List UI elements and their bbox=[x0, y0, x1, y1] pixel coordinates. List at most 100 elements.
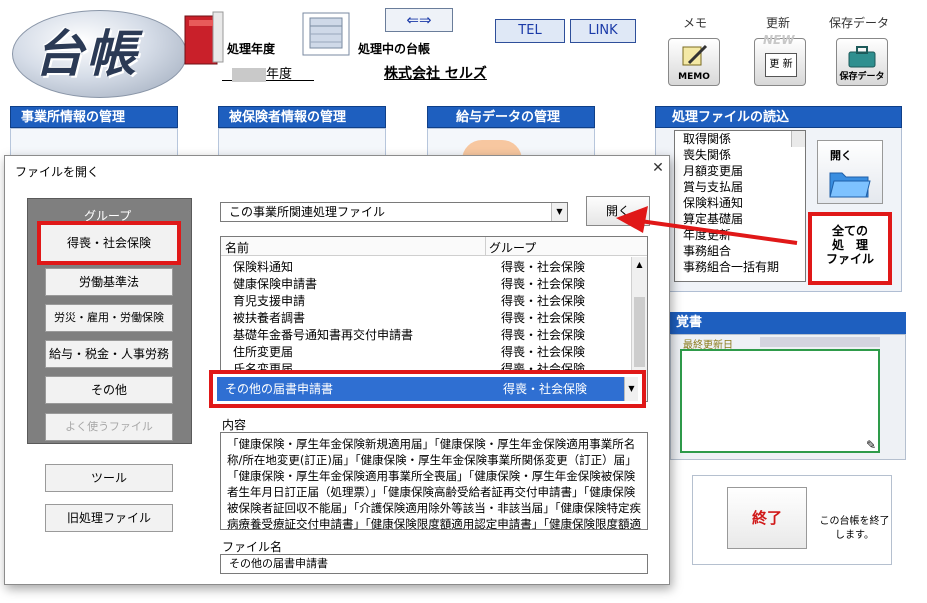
file-list-item[interactable]: 事務組合 bbox=[675, 243, 805, 259]
item-name: 被扶養者調書 bbox=[233, 311, 306, 325]
update-caption: 更新 bbox=[766, 16, 791, 30]
insured-section-header[interactable]: 被保険者情報の管理 bbox=[218, 106, 386, 128]
update-icon: 更 新 bbox=[765, 53, 797, 77]
file-list-item[interactable]: 算定基礎届 bbox=[675, 211, 805, 227]
list-item[interactable]: 健康保険申請書 得喪・社会保険 bbox=[221, 276, 631, 293]
end-description: この台帳を終了します。 bbox=[819, 516, 890, 541]
tool-button[interactable]: ツール bbox=[45, 464, 173, 492]
year-suffix: 年度 bbox=[266, 67, 293, 82]
end-button[interactable]: 終了 bbox=[727, 487, 807, 549]
memo-button-label: MEMO bbox=[678, 72, 710, 82]
chevron-down-icon[interactable]: ▼ bbox=[551, 203, 567, 221]
calendar-icon[interactable] bbox=[302, 12, 350, 56]
file-filter-select[interactable]: この事業所関連処理ファイル ▼ bbox=[220, 202, 568, 222]
selected-row-highlight[interactable]: その他の届書申請書 得喪・社会保険 ▼ bbox=[217, 377, 638, 401]
year-value: 年度 bbox=[222, 63, 314, 82]
ledger-label: 処理中の台帳 bbox=[358, 42, 431, 56]
memo-textarea[interactable] bbox=[680, 349, 880, 453]
file-list-item[interactable]: 保険料通知 bbox=[675, 195, 805, 211]
new-badge: NEW bbox=[763, 33, 795, 47]
group-button-favorites: よく使うファイル bbox=[45, 413, 173, 441]
group-button-labor-standards[interactable]: 労働基準法 bbox=[45, 268, 173, 296]
item-group: 得喪・社会保険 bbox=[501, 277, 586, 291]
list-item[interactable]: 保険料通知 得喪・社会保険 bbox=[221, 259, 631, 276]
memo-pencil-icon bbox=[682, 44, 708, 66]
update-button[interactable]: NEW 更 新 bbox=[754, 33, 806, 86]
column-divider[interactable] bbox=[485, 237, 486, 256]
group-button-other[interactable]: その他 bbox=[45, 376, 173, 404]
item-name: 基礎年金番号通知書再交付申請書 bbox=[233, 328, 414, 342]
list-header: 名前 グループ bbox=[221, 237, 647, 256]
all-files-line: ファイル bbox=[825, 252, 874, 266]
item-group: 得喪・社会保険 bbox=[501, 294, 586, 308]
file-list-item[interactable]: 取得関係 bbox=[675, 131, 805, 147]
save-caption: 保存データ bbox=[829, 16, 890, 30]
column-name[interactable]: 名前 bbox=[225, 239, 249, 256]
file-list-scrollbar[interactable] bbox=[791, 131, 805, 147]
dialog-title: ファイルを開く bbox=[15, 165, 100, 179]
masked-date bbox=[760, 337, 880, 347]
file-list-item[interactable]: 賞与支払届 bbox=[675, 179, 805, 195]
close-icon[interactable]: ✕ bbox=[649, 159, 667, 177]
scroll-up-icon[interactable]: ▲ bbox=[632, 257, 647, 272]
group-button-labor-insurance[interactable]: 労災・雇用・労働保険 bbox=[45, 304, 173, 332]
file-list-item[interactable]: 年度更新 bbox=[675, 227, 805, 243]
list-item[interactable]: 育児支援申請 得喪・社会保険 bbox=[221, 293, 631, 310]
item-group: 得喪・社会保険 bbox=[501, 311, 586, 325]
list-item[interactable]: 住所変更届 得喪・社会保険 bbox=[221, 344, 631, 361]
filename-field[interactable]: その他の届書申請書 bbox=[220, 554, 648, 574]
item-name: 健康保険申請書 bbox=[233, 277, 318, 291]
list-item[interactable]: 被扶養者調書 得喪・社会保険 bbox=[221, 310, 631, 327]
top-bar: 台帳 処理年度 ⇐⇒ 処理中の台帳 年度 株式会社 セルズ TEL LINK メ… bbox=[0, 0, 927, 100]
scroll-down-icon[interactable]: ▼ bbox=[624, 377, 638, 401]
old-files-button[interactable]: 旧処理ファイル bbox=[45, 504, 173, 532]
list-item[interactable]: 基礎年金番号通知書再交付申請書 得喪・社会保険 bbox=[221, 327, 631, 344]
company-name: 株式会社 セルズ bbox=[384, 66, 487, 82]
filename-label: ファイル名 bbox=[222, 540, 283, 554]
item-name: 育児支援申請 bbox=[233, 294, 306, 308]
tel-button[interactable]: TEL bbox=[495, 19, 565, 43]
file-list-item[interactable]: 月額変更届 bbox=[675, 163, 805, 179]
group-button-social-insurance[interactable]: 得喪・社会保険 bbox=[37, 221, 181, 265]
salary-section-header[interactable]: 給与データの管理 bbox=[427, 106, 595, 128]
item-group: 得喪・社会保険 bbox=[501, 260, 586, 274]
item-group: 得喪・社会保険 bbox=[501, 345, 586, 359]
file-list-item[interactable]: 喪失関係 bbox=[675, 147, 805, 163]
briefcase-icon bbox=[848, 46, 876, 68]
column-group[interactable]: グループ bbox=[489, 239, 536, 256]
selected-item-name: その他の届書申請書 bbox=[225, 382, 334, 396]
insured-section-body bbox=[218, 128, 386, 158]
logo-text: 台帳 bbox=[34, 24, 138, 83]
file-list-item[interactable]: 事務組合一括有期 bbox=[675, 259, 805, 275]
all-files-line: 処 理 bbox=[831, 238, 868, 252]
folder-open-icon bbox=[829, 172, 871, 198]
memo-header: 覚書 bbox=[670, 312, 906, 334]
save-data-button[interactable]: 保存データ bbox=[836, 38, 888, 86]
item-group: 得喪・社会保険 bbox=[501, 328, 586, 342]
memo-button[interactable]: MEMO bbox=[668, 38, 720, 86]
office-section-header[interactable]: 事業所情報の管理 bbox=[10, 106, 178, 128]
file-filter-value: この事業所関連処理ファイル bbox=[229, 205, 386, 219]
open-file-button[interactable]: 開く bbox=[817, 140, 883, 204]
content-description: 「健康保険・厚生年金保険新規適用届」「健康保険・厚生年金保険適用事業所名称/所在… bbox=[220, 432, 648, 530]
selected-item-group: 得喪・社会保険 bbox=[503, 382, 588, 396]
open-file-label: 開く bbox=[830, 149, 852, 162]
link-button[interactable]: LINK bbox=[570, 19, 636, 43]
open-button[interactable]: 開く bbox=[586, 196, 650, 226]
process-file-list[interactable]: 取得関係 喪失関係 月額変更届 賞与支払届 保険料通知 算定基礎届 年度更新 事… bbox=[674, 130, 806, 282]
item-name: 保険料通知 bbox=[233, 260, 294, 274]
selected-list-item[interactable]: その他の届書申請書 得喪・社会保険 ▼ bbox=[209, 370, 646, 408]
year-label: 処理年度 bbox=[227, 42, 276, 56]
memo-caption: メモ bbox=[683, 16, 708, 30]
all-files-line: 全ての bbox=[831, 224, 868, 238]
item-name: 住所変更届 bbox=[233, 345, 294, 359]
content-label: 内容 bbox=[222, 418, 247, 432]
save-button-label: 保存データ bbox=[839, 72, 885, 82]
masked-year bbox=[232, 67, 266, 82]
switch-ledger-button[interactable]: ⇐⇒ bbox=[385, 8, 453, 32]
group-button-payroll-tax[interactable]: 給与・税金・人事労務 bbox=[45, 340, 173, 368]
book-icon[interactable] bbox=[183, 10, 225, 66]
all-files-button[interactable]: 全ての 処 理 ファイル bbox=[808, 212, 892, 285]
eraser-icon[interactable]: ✎ bbox=[866, 438, 876, 452]
scroll-thumb[interactable] bbox=[634, 297, 645, 367]
